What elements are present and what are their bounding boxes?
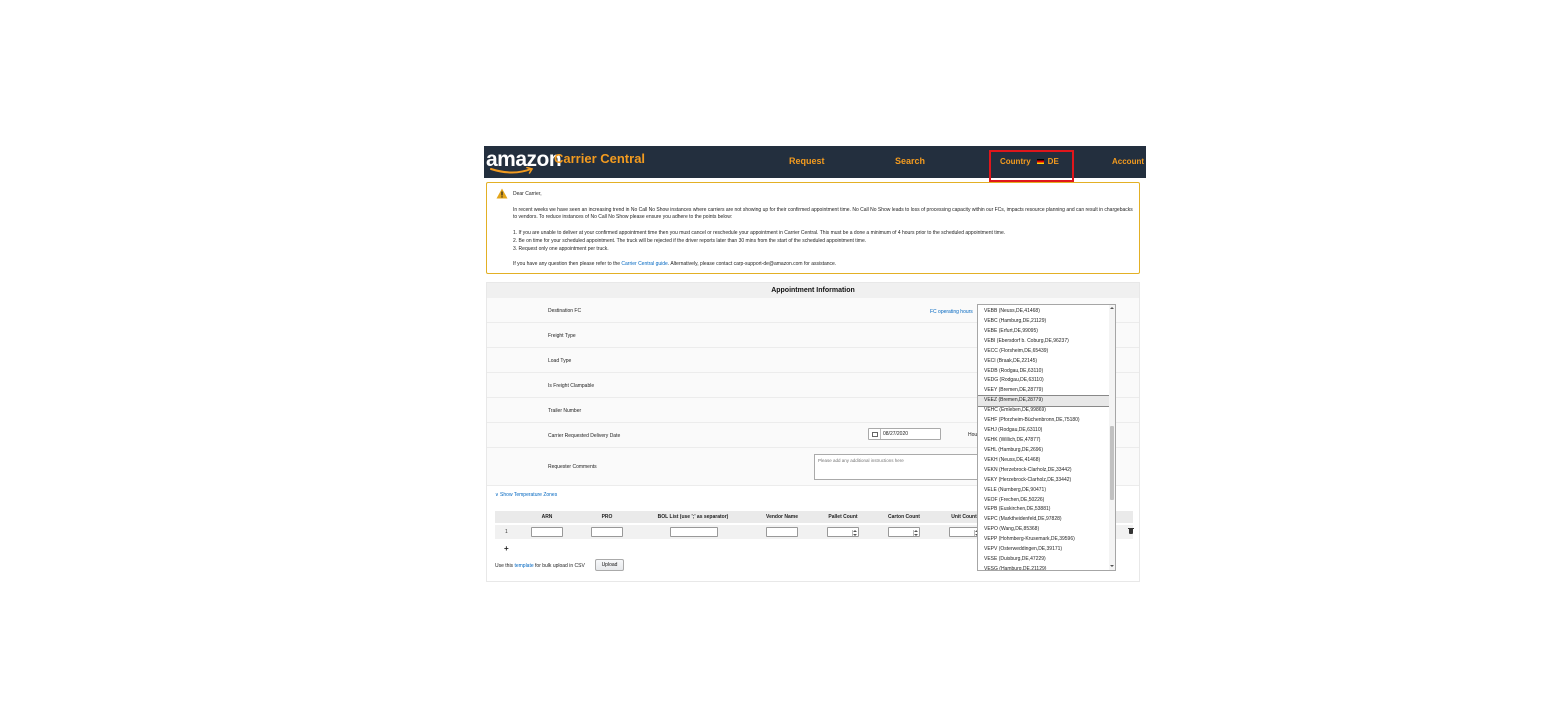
column-header-pallet-count: Pallet Count <box>828 514 858 520</box>
carrier-central-guide-link[interactable]: Carrier Central guide <box>621 261 667 267</box>
alert-point-2: 2. Be on time for your scheduled appoint… <box>513 237 867 244</box>
hour-label: Hou <box>968 432 978 438</box>
alert-body: Dear Carrier, In recent weeks we have se… <box>513 191 1133 269</box>
alert-greeting: Dear Carrier, <box>513 191 542 197</box>
dropdown-option[interactable]: VEPB (Euskirchen,DE,53881) <box>978 505 1110 515</box>
alert-point-3: 3. Request only one appointment per truc… <box>513 245 609 252</box>
delivery-date-label: Carrier Requested Delivery Date <box>548 433 621 439</box>
add-row-plus-icon[interactable]: + <box>504 545 509 553</box>
dropdown-option[interactable]: VEHJ (Rodgau,DE,63110) <box>978 426 1110 436</box>
dropdown-option[interactable]: VEHK (Willich,DE,47877) <box>978 436 1110 446</box>
vendor-name-input[interactable] <box>766 527 798 537</box>
dropdown-option[interactable]: VEHC (Emleben,DE,99869) <box>978 406 1110 416</box>
dropdown-option[interactable]: VEOF (Frechen,DE,50226) <box>978 496 1110 506</box>
warning-icon <box>496 188 508 199</box>
delete-row-trash-icon[interactable] <box>1128 527 1134 534</box>
dropdown-option[interactable]: VEHF (Pforzheim-Büchenbronn,DE,75180) <box>978 416 1110 426</box>
nav-search[interactable]: Search <box>895 156 925 166</box>
amazon-smile-icon <box>490 167 534 174</box>
scroll-down-arrow-icon[interactable] <box>1110 565 1114 567</box>
alert-point-1: 1. If you are unable to deliver at your … <box>513 229 1006 236</box>
destination-fc-label: Destination FC <box>548 308 582 314</box>
dropdown-scrollbar[interactable] <box>1109 305 1115 570</box>
pro-input[interactable] <box>591 527 623 537</box>
column-header-unit-count: Unit Count <box>951 514 977 520</box>
bol-list-input[interactable] <box>670 527 718 537</box>
column-header-vendor-name: Vendor Name <box>766 514 798 520</box>
dropdown-option[interactable]: VEKN (Herzebrock-Clarholz,DE,33442) <box>978 466 1110 476</box>
show-temperature-zones-link[interactable]: ∨ Show Temperature Zones <box>495 492 557 498</box>
dropdown-option[interactable]: VECI (Braak,DE,22145) <box>978 357 1110 367</box>
row-number: 1 <box>505 529 508 535</box>
load-type-label: Load Type <box>548 358 572 364</box>
requester-comments-input[interactable] <box>814 454 984 480</box>
dropdown-option[interactable]: VEBC (Hamburg,DE,21129) <box>978 317 1110 327</box>
dropdown-option[interactable]: VEPO (Wang,DE,85368) <box>978 525 1110 535</box>
dropdown-option[interactable]: VEHL (Hamburg,DE,2696) <box>978 446 1110 456</box>
delivery-date-input[interactable] <box>883 430 939 438</box>
dropdown-option[interactable]: VELE (Nurnberg,DE,90471) <box>978 486 1110 496</box>
dropdown-option[interactable]: VEDB (Rodgau,DE,63110) <box>978 367 1110 377</box>
nav-request[interactable]: Request <box>789 156 825 166</box>
csv-prefix: Use this <box>495 563 515 569</box>
dropdown-option[interactable]: VEPC (Marktheidenfeld,DE,97828) <box>978 515 1110 525</box>
arn-input[interactable] <box>531 527 563 537</box>
dropdown-option[interactable]: VEPV (Osterweddingen,DE,39171) <box>978 545 1110 555</box>
no-show-alert: Dear Carrier, In recent weeks we have se… <box>486 182 1140 274</box>
carton-count-input[interactable] <box>888 527 920 537</box>
dropdown-option[interactable]: VECC (Florsheim,DE,65439) <box>978 347 1110 357</box>
dropdown-options: VEBB (Neuss,DE,41468) VEBC (Hamburg,DE,21… <box>978 307 1111 570</box>
carton-count-stepper[interactable] <box>913 530 918 536</box>
nav-account[interactable]: Account <box>1112 157 1144 166</box>
upload-button[interactable]: Upload <box>595 559 624 571</box>
dropdown-option[interactable]: VEBB (Neuss,DE,41468) <box>978 307 1110 317</box>
freight-clampable-label: Is Freight Clampable <box>548 383 595 389</box>
pallet-count-stepper[interactable] <box>852 530 857 536</box>
pallet-count-input[interactable] <box>827 527 859 537</box>
column-header-carton-count: Carton Count <box>888 514 920 520</box>
panel-title: Appointment Information <box>487 283 1139 298</box>
dropdown-option[interactable]: VESE (Duisburg,DE,47229) <box>978 555 1110 565</box>
country-highlight-box <box>989 150 1074 182</box>
dropdown-option[interactable]: VEBI (Ebersdorf b. Coburg,DE,96237) <box>978 337 1110 347</box>
column-header-arn: ARN <box>541 514 553 520</box>
dropdown-option[interactable]: VEEZ (Bremen,DE,28779) <box>978 395 1111 407</box>
requester-comments-label: Requester Comments <box>548 464 597 470</box>
dropdown-option[interactable]: VESG (Hamburg,DE,21129) <box>978 565 1110 570</box>
brand-title[interactable]: Carrier Central <box>554 151 645 166</box>
dropdown-option[interactable]: VEBE (Erfurt,DE,99095) <box>978 327 1110 337</box>
alert-contact: If you have any question then please ref… <box>513 261 1133 269</box>
fc-operating-hours-link[interactable]: FC operating hours <box>930 309 973 315</box>
scroll-up-arrow-icon[interactable] <box>1110 307 1114 309</box>
scrollbar-thumb[interactable] <box>1110 426 1114 500</box>
contact-prefix: If you have any question then please ref… <box>513 261 622 268</box>
dropdown-option[interactable]: VEEY (Bremen,DE,28779) <box>978 386 1110 396</box>
dropdown-option[interactable]: VEKH (Neuss,DE,41468) <box>978 456 1110 466</box>
csv-suffix: for bulk upload in CSV <box>533 563 585 569</box>
alert-paragraph: In recent weeks we have seen an increasi… <box>513 206 1133 221</box>
calendar-icon[interactable] <box>872 432 878 437</box>
dropdown-option[interactable]: VEDG (Rodgau,DE,63110) <box>978 376 1110 386</box>
column-header-pro: PRO <box>601 514 613 520</box>
column-header-bol-list: BOL List (use ';' as separator) <box>657 514 729 520</box>
dropdown-option[interactable]: VEPP (Hohmberg-Krusemark,DE,39596) <box>978 535 1110 545</box>
delivery-date-picker[interactable] <box>868 428 941 440</box>
contact-suffix: . Alternatively, please contact carp-sup… <box>667 261 837 268</box>
csv-template-link[interactable]: template <box>514 563 533 569</box>
destination-fc-dropdown-list[interactable]: VEBB (Neuss,DE,41468) VEBC (Hamburg,DE,21… <box>977 304 1116 571</box>
freight-type-label: Freight Type <box>548 333 576 339</box>
csv-upload-note: Use this template for bulk upload in CSV <box>495 563 585 569</box>
dropdown-option[interactable]: VEKY (Herzebrock-Clarholz,DE,33442) <box>978 476 1110 486</box>
trailer-number-label: Trailer Number <box>548 408 582 414</box>
